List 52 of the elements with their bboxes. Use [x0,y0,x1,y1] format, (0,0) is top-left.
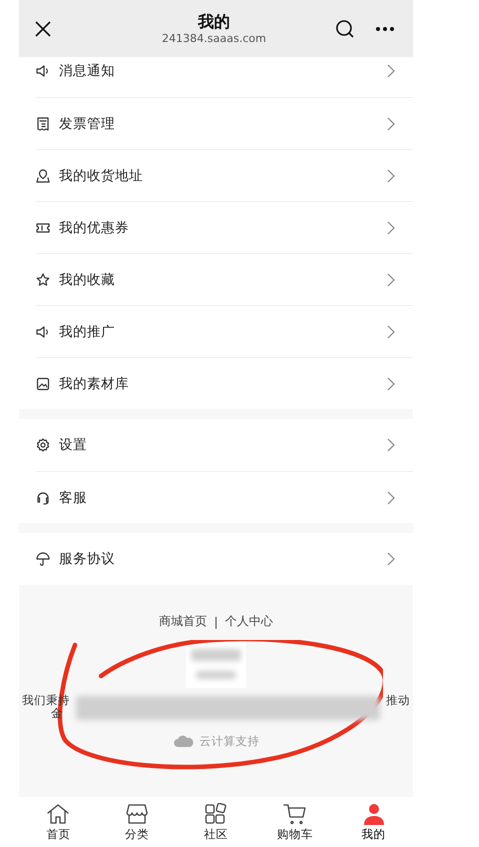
page-title: 我的 [198,12,230,32]
speaker-icon [36,64,50,78]
home-icon [46,802,70,824]
menu-item[interactable]: 设置 [36,419,413,471]
ticket-icon [36,220,50,234]
chevron-icon [387,490,395,504]
cart-icon [282,802,307,824]
redacted-logo [186,640,246,688]
chevron-icon [387,324,395,338]
person-icon [362,802,386,824]
star-icon [36,272,50,286]
invoice-icon [36,116,50,130]
menu-item[interactable]: 我的推广 [36,305,413,357]
menu-item[interactable]: 服务协议 [36,533,413,585]
grid-icon [204,802,228,824]
image-icon [36,376,50,390]
menu-item[interactable]: 客服 [36,471,413,523]
location-icon [36,168,50,182]
menu-item[interactable]: 我的收货地址 [36,149,413,201]
headset-icon [36,490,50,504]
chevron-icon [387,220,395,234]
tab-item[interactable]: 分类 [98,797,177,847]
tab-item[interactable]: 首页 [19,797,98,847]
tab-item[interactable]: 购物车 [255,797,334,847]
close-icon [34,20,52,38]
chevron-icon [387,116,395,130]
more-icon [375,26,395,32]
powered-by-text: 云计算支持 [200,734,260,749]
footer-link[interactable]: 个人中心 [225,613,274,630]
chevron-icon [387,376,395,390]
search-icon [335,18,355,38]
cloud-icon [172,735,194,748]
menu-item[interactable]: 我的收藏 [36,253,413,305]
chevron-icon [387,168,395,182]
menu-item[interactable]: 我的优惠券 [36,201,413,253]
chevron-icon [387,552,395,566]
site-domain: 241384.saaas.com [162,32,266,46]
link-separator: | [214,614,218,628]
tab-item[interactable]: 社区 [176,797,256,847]
settings-icon [36,438,50,452]
menu-item[interactable]: 我的素材库 [36,357,413,409]
menu-item[interactable]: 发票管理 [36,97,413,149]
notice-text: 推动 [386,694,410,707]
chevron-icon [387,64,395,78]
shop-icon [125,802,150,824]
menu-item[interactable]: 消息通知 [36,57,413,97]
chevron-icon [387,272,395,286]
speaker-icon [36,324,50,338]
tab-item[interactable]: 我的 [334,797,413,847]
umbrella-icon [36,552,50,566]
chevron-icon [387,438,395,452]
footer-link[interactable]: 商城首页 [158,613,207,630]
